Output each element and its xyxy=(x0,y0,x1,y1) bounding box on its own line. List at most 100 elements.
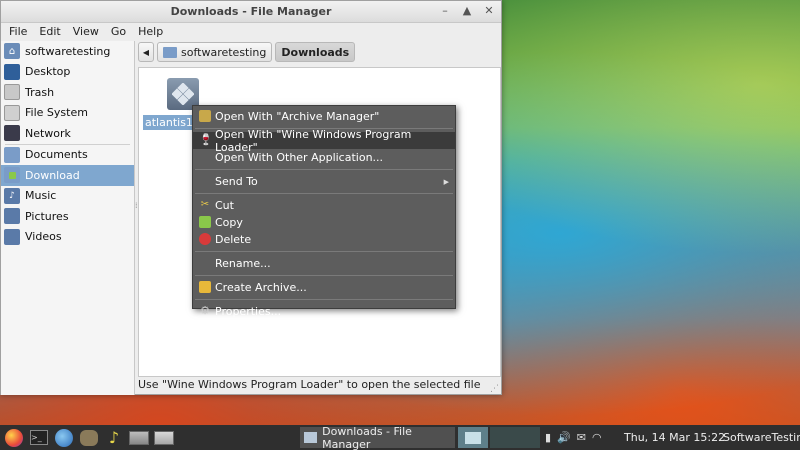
status-text: Use "Wine Windows Program Loader" to ope… xyxy=(138,378,481,391)
menu-item-open-archive-manager[interactable]: Open With "Archive Manager" xyxy=(193,108,455,125)
folder-pictures-icon xyxy=(4,208,20,225)
menu-item-label: Create Archive... xyxy=(215,281,307,294)
menu-file[interactable]: File xyxy=(3,23,33,41)
wine-glass-icon: 🍷 xyxy=(199,133,213,146)
sidebar-item-label: Trash xyxy=(25,85,55,99)
path-bar: ◀ softwaretesting Downloads xyxy=(138,41,356,63)
sidebar-item-desktop[interactable]: Desktop xyxy=(1,62,134,83)
sidebar-item-pictures[interactable]: Pictures xyxy=(1,206,134,227)
path-back-button[interactable]: ◀ xyxy=(138,42,154,62)
launcher-gimp[interactable] xyxy=(78,428,100,448)
sidebar-item-documents[interactable]: Documents xyxy=(1,145,134,166)
sidebar-item-download[interactable]: Download xyxy=(1,165,134,186)
gimp-icon xyxy=(80,429,98,446)
sidebar-item-label: Desktop xyxy=(25,65,71,79)
user-name[interactable]: SoftwareTesting xyxy=(723,431,800,444)
launcher-browser[interactable] xyxy=(53,428,75,448)
clock[interactable]: Thu, 14 Mar 15:22 xyxy=(624,431,725,444)
menu-item-label: Open With "Archive Manager" xyxy=(215,110,380,123)
menu-item-label: Properties... xyxy=(215,305,282,318)
sidebar-item-network[interactable]: Network xyxy=(1,123,134,144)
menu-help[interactable]: Help xyxy=(132,23,169,41)
menu-item-label: Send To xyxy=(215,175,258,188)
workspace-switcher[interactable] xyxy=(458,427,488,448)
menu-separator xyxy=(195,275,453,276)
title-bar[interactable]: Downloads - File Manager – ▲ ✕ xyxy=(1,1,501,23)
sidebar-item-label: Documents xyxy=(25,148,88,162)
sidebar-item-label: File System xyxy=(25,106,88,120)
gear-icon: ⚙ xyxy=(200,304,210,317)
workspace-empty[interactable] xyxy=(490,427,540,448)
menu-item-delete[interactable]: Delete xyxy=(193,231,455,248)
drive-icon xyxy=(4,104,20,121)
workspace-icon xyxy=(465,431,481,444)
folder-videos-icon xyxy=(4,228,20,245)
context-menu: Open With "Archive Manager" 🍷 Open With … xyxy=(192,105,456,318)
sidebar-item-label: Pictures xyxy=(25,209,69,223)
window-icon xyxy=(154,430,174,445)
wifi-icon[interactable]: ◠ xyxy=(592,431,602,444)
sidebar-item-trash[interactable]: Trash xyxy=(1,82,134,103)
menu-item-send-to[interactable]: Send To ▶ xyxy=(193,173,455,190)
menu-item-copy[interactable]: Copy xyxy=(193,214,455,231)
menu-item-label: Copy xyxy=(215,216,243,229)
path-button-home[interactable]: softwaretesting xyxy=(157,42,273,62)
menu-item-label: Rename... xyxy=(215,257,271,270)
menu-separator xyxy=(195,169,453,170)
copy-icon xyxy=(199,216,211,228)
trash-icon xyxy=(4,84,20,101)
submenu-arrow-icon: ▶ xyxy=(443,177,449,186)
menu-go[interactable]: Go xyxy=(105,23,132,41)
menu-item-label: Cut xyxy=(215,199,234,212)
menu-bar: File Edit View Go Help xyxy=(1,23,501,41)
sidebar-item-filesystem[interactable]: File System xyxy=(1,103,134,124)
taskbar: >_ ♪ Downloads - File Manager ▮ 🔊 ✉ ◠ Th… xyxy=(0,425,800,450)
menu-separator xyxy=(195,299,453,300)
menu-view[interactable]: View xyxy=(67,23,105,41)
globe-icon xyxy=(55,428,73,447)
menu-item-create-archive[interactable]: Create Archive... xyxy=(193,279,455,296)
status-bar: Use "Wine Windows Program Loader" to ope… xyxy=(138,378,501,394)
create-archive-icon xyxy=(199,281,211,293)
app-menu-icon xyxy=(5,428,23,447)
sidebar-item-label: Videos xyxy=(25,230,62,244)
archive-manager-icon xyxy=(199,110,211,122)
menu-item-properties[interactable]: ⚙ Properties... xyxy=(193,303,455,320)
launcher-workspace[interactable] xyxy=(153,428,175,448)
sidebar-item-videos[interactable]: Videos xyxy=(1,227,134,248)
launcher-files[interactable] xyxy=(128,428,150,448)
volume-icon[interactable]: 🔊 xyxy=(557,431,571,444)
menu-item-rename[interactable]: Rename... xyxy=(193,255,455,272)
minimize-button[interactable]: – xyxy=(439,4,451,18)
folder-icon xyxy=(4,146,20,163)
launcher-terminal[interactable]: >_ xyxy=(28,428,50,448)
task-label: Downloads - File Manager xyxy=(322,424,412,450)
menu-separator xyxy=(195,251,453,252)
menu-item-label: Delete xyxy=(215,233,252,246)
mail-icon[interactable]: ✉ xyxy=(577,431,586,444)
menu-item-open-other[interactable]: Open With Other Application... xyxy=(193,149,455,166)
menu-item-cut[interactable]: ✂ Cut xyxy=(193,197,455,214)
menu-edit[interactable]: Edit xyxy=(33,23,66,41)
maximize-button[interactable]: ▲ xyxy=(461,4,473,18)
battery-icon[interactable]: ▮ xyxy=(545,431,551,444)
delete-icon xyxy=(199,233,211,245)
sidebar-item-music[interactable]: ♪ Music xyxy=(1,186,134,207)
window-title: Downloads - File Manager xyxy=(170,5,332,18)
menu-item-label: Open With Other Application... xyxy=(215,151,384,164)
taskbar-task-file-manager[interactable]: Downloads - File Manager xyxy=(300,424,455,450)
menu-item-open-wine[interactable]: 🍷 Open With "Wine Windows Program Loader… xyxy=(193,128,455,154)
folder-download-icon xyxy=(4,167,20,184)
music-note-icon: ♪ xyxy=(108,428,120,447)
scissors-icon: ✂ xyxy=(200,199,210,210)
resize-grip-icon[interactable]: ⋰ xyxy=(490,384,499,394)
launcher-music[interactable]: ♪ xyxy=(103,428,125,448)
path-button-label: softwaretesting xyxy=(181,45,267,59)
desktop-icon xyxy=(4,63,20,80)
sidebar-item-home[interactable]: ⌂ softwaretesting xyxy=(1,41,134,62)
close-button[interactable]: ✕ xyxy=(483,4,495,18)
app-menu-button[interactable] xyxy=(3,428,25,448)
drive-icon xyxy=(129,430,149,445)
path-button-current[interactable]: Downloads xyxy=(275,42,356,62)
system-tray: ▮ 🔊 ✉ ◠ xyxy=(545,425,602,450)
